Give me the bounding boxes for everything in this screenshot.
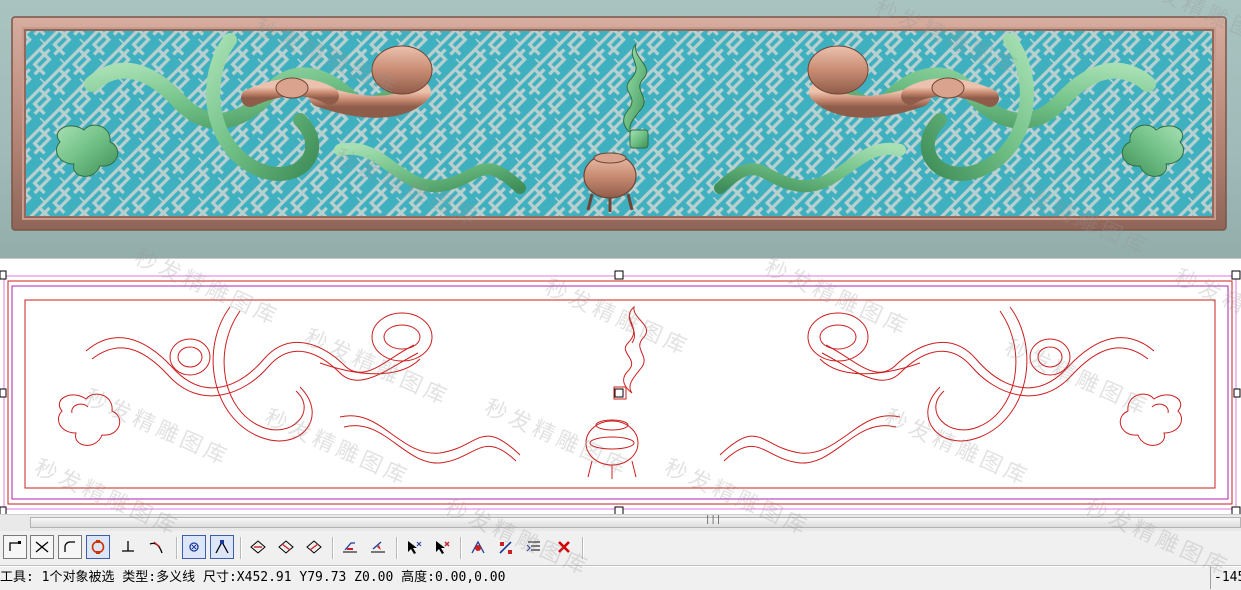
align-arrow-icon[interactable] bbox=[366, 535, 390, 559]
horizontal-scrollbar[interactable]: ||| bbox=[0, 514, 1241, 532]
vector-drawing-canvas[interactable] bbox=[0, 258, 1241, 516]
node-icon[interactable] bbox=[182, 535, 206, 559]
relief-carving-preview bbox=[11, 16, 1227, 231]
arrow-delete-icon[interactable] bbox=[430, 535, 454, 559]
pen-node-icon[interactable] bbox=[494, 535, 518, 559]
node-edit-icon[interactable] bbox=[210, 535, 234, 559]
corner-icon[interactable] bbox=[3, 535, 27, 559]
relief-render-view[interactable] bbox=[0, 0, 1241, 258]
diamond-node-icon[interactable] bbox=[302, 535, 326, 559]
delete-x-icon[interactable] bbox=[552, 535, 576, 559]
vector-drawing bbox=[0, 270, 1241, 516]
circle-snap-icon[interactable] bbox=[86, 535, 110, 559]
status-bar: 工具: 1个对象被选 类型:多义线 尺寸:X452.91 Y79.73 Z0.0… bbox=[0, 566, 1241, 590]
edit-toolbar bbox=[0, 531, 1241, 566]
drawing-left-scroll bbox=[58, 306, 521, 464]
cursor-coordinate: -145 bbox=[1210, 567, 1241, 589]
status-message: 工具: 1个对象被选 类型:多义线 尺寸:X452.91 Y79.73 Z0.0… bbox=[0, 570, 506, 585]
diamond-node-icon[interactable] bbox=[246, 535, 270, 559]
perpendicular-icon[interactable] bbox=[116, 535, 140, 559]
scrollbar-grip: ||| bbox=[705, 515, 722, 525]
selection-handles bbox=[0, 270, 1241, 516]
node-tool-icon[interactable] bbox=[466, 535, 490, 559]
align-icon[interactable] bbox=[338, 535, 362, 559]
drawing-right-scroll bbox=[719, 306, 1182, 464]
list-edit-icon[interactable] bbox=[522, 535, 546, 559]
tangent-icon[interactable] bbox=[144, 535, 168, 559]
scrollbar-thumb[interactable] bbox=[30, 517, 1241, 528]
arrow-select-icon[interactable] bbox=[402, 535, 426, 559]
diamond-node-icon[interactable] bbox=[274, 535, 298, 559]
arc-corner-icon[interactable] bbox=[58, 535, 82, 559]
cross-cut-icon[interactable] bbox=[30, 535, 54, 559]
